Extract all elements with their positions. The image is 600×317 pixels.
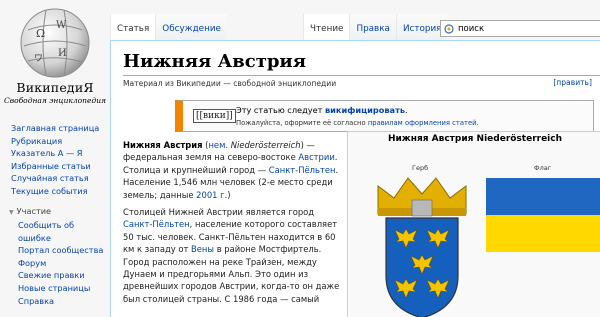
logo-wordmark: ВикипедиЯ [16,80,94,95]
notice-hint-suffix: . [476,119,479,127]
infobox: Нижняя Австрия Niederösterreich Герб Фла… [347,131,600,317]
sidebar-item-new-pages[interactable]: Новые страницы [18,282,110,295]
sidebar-item-main-page[interactable]: Заглавная страница [0,122,110,135]
crown-icon [377,177,467,217]
text-run: ) [227,189,231,200]
wiki-tag-icon: [[вики]] [193,109,236,123]
page-title: Нижняя Австрия [123,51,307,72]
sidebar-item-recent-changes[interactable]: Свежие правки [18,269,110,282]
edit-section-link[interactable]: [править] [553,78,592,87]
svg-text:И: И [58,48,67,59]
article-body: Нижняя Австрия (нем. Niederösterreich) —… [123,139,345,310]
namespace-tabs: Статья Обсуждение [110,14,227,40]
tab-read[interactable]: Чтение [303,14,350,40]
flag-image[interactable] [486,178,600,252]
sidebar-participation-list: Сообщить об ошибке Портал сообщества Фор… [0,219,110,307]
maintenance-notice: [[вики]] Эту статью следует викифицирова… [175,100,594,132]
svg-text:ワ: ワ [34,54,43,64]
svg-text:Ω: Ω [36,27,45,40]
link-vienna[interactable]: Вены [191,244,214,254]
notice-message: Эту статью следует викифицировать. [236,105,408,115]
sidebar-item-categories[interactable]: Рубрикация [0,135,110,148]
logo-tagline: Свободная энциклопедия [3,96,107,105]
article-subject: Нижняя Австрия [123,140,203,150]
coat-caption: Герб [412,164,429,172]
link-german[interactable]: нем. [208,140,228,150]
sidebar-item-random[interactable]: Случайная статья [0,172,110,185]
sidebar-item-index[interactable]: Указатель А — Я [0,147,110,160]
notice-message-prefix: Эту статью следует [236,105,325,115]
sidebar-item-help[interactable]: Справка [18,295,110,308]
sidebar-item-report-error[interactable]: Сообщить об [18,219,110,232]
german-name: Niederösterreich [230,140,301,150]
flag-stripe-yellow [486,215,600,252]
infobox-title: Нижняя Австрия Niederösterreich [387,134,563,144]
text-run: Столицей Нижней Австрии является город [123,207,315,218]
sidebar-item-community-portal[interactable]: Портал сообщества [18,244,110,257]
wikipedia-logo[interactable]: Ω W И ワ ВикипедиЯ Свободная энциклопедия [0,0,110,116]
search-provider-icon [444,23,454,34]
flag-stripe-blue [486,178,600,215]
sidebar-participation-title: Участие [16,206,52,216]
sidebar-item-forum[interactable]: Форум [18,257,110,270]
sidebar-item-current-events[interactable]: Текущие события [0,185,110,198]
search-input[interactable] [458,23,588,34]
flag-caption: Флаг [534,164,552,172]
triangle-down-icon: ▼ [9,209,14,216]
notice-hint: Пожалуйста, оформите её согласно правила… [236,119,479,127]
tab-discussion[interactable]: Обсуждение [155,14,227,40]
tab-edit[interactable]: Правка [349,14,396,40]
notice-message-suffix: . [405,105,408,115]
sidebar-participation-toggle[interactable]: ▼ Участие [0,205,110,219]
svg-text:W: W [56,20,67,31]
link-2001[interactable]: 2001 г. [196,190,227,200]
notice-hint-prefix: Пожалуйста, оформите её согласно [236,119,368,127]
coat-of-arms-image[interactable] [372,176,472,317]
wikify-link[interactable]: викифицировать [325,105,405,115]
tab-article[interactable]: Статья [110,14,156,40]
search-box [440,20,600,37]
paragraph-1: Нижняя Австрия (нем. Niederösterreich) —… [123,139,345,201]
style-rules-link[interactable]: правилам оформления статей [368,119,477,127]
sidebar-item-featured[interactable]: Избранные статьи [0,160,110,173]
sidebar-item-report-error-2[interactable]: ошибке [18,232,110,245]
puzzle-globe-icon: Ω W И ワ [20,8,90,78]
link-austria[interactable]: Австрии [298,152,334,162]
view-tabs: Чтение Правка История [303,14,448,40]
link-st-poelten-2[interactable]: Санкт-Пёльтен [123,219,190,229]
content-area: Нижняя Австрия Материал из Википедии — с… [110,40,600,317]
site-subtitle: Материал из Википедии — свободной энцикл… [123,79,337,88]
link-st-poelten[interactable]: Санкт-Пёльтен [269,165,336,175]
paragraph-2: Столицей Нижней Австрии является город С… [123,206,345,305]
title-divider [123,75,600,76]
sidebar: Заглавная страница Рубрикация Указатель … [0,122,110,307]
